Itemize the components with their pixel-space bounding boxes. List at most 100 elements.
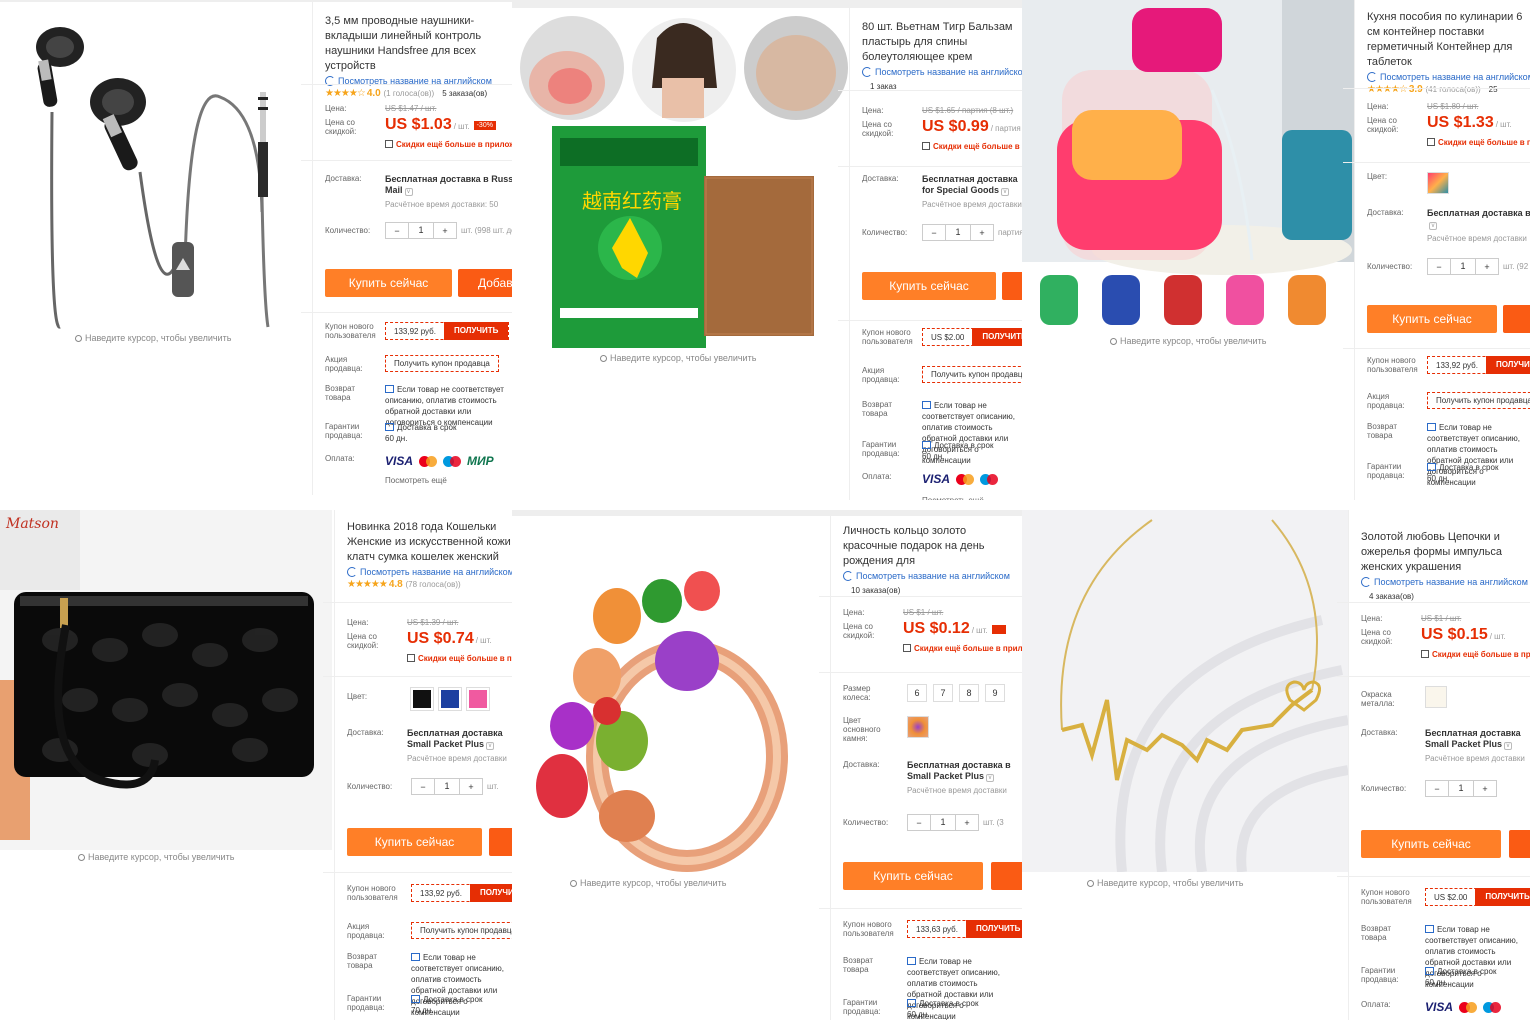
- product-image[interactable]: 越南红药膏: [512, 8, 848, 358]
- buy-now-button[interactable]: Купить сейчас: [347, 828, 482, 856]
- app-discount-link[interactable]: Скидки ещё больше в приложении: [922, 142, 1022, 151]
- product-image[interactable]: [1022, 510, 1348, 872]
- product-title[interactable]: Золотой любовь Цепочки и ожерелья формы …: [1361, 530, 1530, 575]
- get-coupon-button[interactable]: ПОЛУЧИТЬ: [443, 322, 509, 340]
- metal-swatch[interactable]: [1425, 686, 1447, 708]
- shipping-method[interactable]: Бесплатная доставка for Special Goods v Рас…: [922, 174, 1022, 210]
- shipping-method[interactable]: Бесплатная доставка в v Расчётное время до…: [1427, 208, 1530, 244]
- minus-button[interactable]: −: [386, 226, 408, 236]
- get-coupon-button[interactable]: ПОЛУЧИТЬ: [965, 920, 1022, 938]
- quantity-input[interactable]: 1: [945, 225, 971, 240]
- buy-now-button[interactable]: Купить сейчас: [1367, 305, 1497, 333]
- see-english-link[interactable]: Посмотреть название на английском: [843, 571, 1022, 581]
- quantity-input[interactable]: 1: [1448, 781, 1474, 796]
- new-user-coupon[interactable]: US $2.00ПОЛУЧИТЬ: [1425, 888, 1530, 906]
- see-more-link[interactable]: Посмотреть ещё: [922, 496, 984, 500]
- app-discount-link[interactable]: Скидки ещё больше в приложении: [903, 644, 1022, 653]
- product-title[interactable]: 80 шт. Вьетнам Тигр Бальзам пластырь для…: [862, 20, 1022, 65]
- quantity-stepper[interactable]: −1 +: [907, 814, 979, 831]
- get-coupon-button[interactable]: ПОЛУЧИТЬ: [1485, 356, 1530, 374]
- color-swatch-black[interactable]: [410, 687, 434, 711]
- quantity-input[interactable]: 1: [930, 815, 956, 830]
- size-option-7[interactable]: 7: [933, 684, 953, 702]
- shipping-method[interactable]: Бесплатная доставка в Russian Federation…: [385, 174, 512, 210]
- product-title[interactable]: Кухня пособия по кулинарии 6 см контейне…: [1367, 10, 1530, 70]
- get-coupon-button[interactable]: ПОЛУЧИТЬ: [469, 884, 512, 902]
- color-swatch[interactable]: [1427, 172, 1449, 194]
- plus-button[interactable]: +: [1474, 784, 1496, 794]
- product-image[interactable]: [1022, 0, 1354, 335]
- quantity-stepper[interactable]: −1 +: [1427, 258, 1499, 275]
- plus-button[interactable]: +: [956, 818, 978, 828]
- color-swatch-pink[interactable]: [466, 687, 490, 711]
- add-to-cart-button[interactable]: [1509, 830, 1530, 858]
- new-user-coupon[interactable]: 133,92 руб.ПОЛУЧИТЬ: [411, 884, 512, 902]
- minus-button[interactable]: −: [412, 782, 434, 792]
- app-discount-link[interactable]: Скидки ещё больше в приложении: [407, 654, 512, 663]
- add-to-cart-button[interactable]: Добавить в корзину: [458, 269, 512, 297]
- minus-button[interactable]: −: [1426, 784, 1448, 794]
- new-user-coupon[interactable]: 133,92 руб.ПОЛУЧИТЬ: [385, 322, 510, 340]
- app-discount-link[interactable]: Скидки ещё больше в приложении: [1427, 138, 1530, 147]
- see-english-link[interactable]: Посмотреть название на английском: [1361, 577, 1530, 587]
- see-english-link[interactable]: Посмотреть название на английском: [347, 567, 512, 577]
- product-image[interactable]: [512, 516, 828, 876]
- quantity-stepper[interactable]: −1 +: [1425, 780, 1497, 797]
- size-option-8[interactable]: 8: [959, 684, 979, 702]
- see-more-link[interactable]: Посмотреть ещё: [385, 476, 447, 485]
- seller-coupon-dropdown[interactable]: Получить купон продавца: [385, 355, 499, 372]
- buy-now-button[interactable]: Купить сейчас: [1361, 830, 1501, 858]
- size-option-9[interactable]: 9: [985, 684, 1005, 702]
- minus-button[interactable]: −: [908, 818, 930, 828]
- add-to-cart-button[interactable]: [489, 828, 512, 856]
- size-option-6[interactable]: 6: [907, 684, 927, 702]
- buy-now-button[interactable]: Купить сейчас: [862, 272, 996, 300]
- quantity-stepper[interactable]: −1 +: [385, 222, 457, 239]
- quantity-input[interactable]: 1: [408, 223, 434, 238]
- quantity-input[interactable]: 1: [434, 779, 460, 794]
- quantity-stepper[interactable]: −1 +: [411, 778, 483, 795]
- minus-button[interactable]: −: [1428, 262, 1450, 272]
- plus-button[interactable]: +: [1476, 262, 1498, 272]
- quantity-stepper[interactable]: −1 +: [922, 224, 994, 241]
- see-english-link[interactable]: Посмотреть название на английском: [1367, 72, 1530, 82]
- stone-swatch[interactable]: [907, 716, 929, 738]
- minus-button[interactable]: −: [923, 228, 945, 238]
- get-coupon-button[interactable]: ПОЛУЧИТЬ: [972, 328, 1022, 346]
- get-coupon-button[interactable]: ПОЛУЧИТЬ: [1475, 888, 1530, 906]
- old-price: US $1.47 / шт.: [385, 104, 437, 113]
- new-user-coupon[interactable]: 133,92 руб.ПОЛУЧИТЬ: [1427, 356, 1530, 374]
- new-user-coupon[interactable]: US $2.00ПОЛУЧИТЬ: [922, 328, 1022, 346]
- product-image[interactable]: Matson: [0, 510, 332, 850]
- plus-button[interactable]: +: [971, 228, 993, 238]
- buy-now-button[interactable]: Купить сейчас: [325, 269, 452, 297]
- product-image[interactable]: [0, 2, 312, 332]
- votes[interactable]: (78 голоса(ов)): [406, 580, 461, 589]
- buy-now-button[interactable]: Купить сейчас: [843, 862, 983, 890]
- app-discount-link[interactable]: Скидки ещё больше в приложении: [385, 140, 512, 149]
- add-to-cart-button[interactable]: [1503, 305, 1530, 333]
- votes[interactable]: (1 голоса(ов)): [384, 89, 435, 98]
- new-user-coupon[interactable]: 133,63 руб. ПОЛУЧИТЬ: [907, 920, 1022, 938]
- product-title[interactable]: 3,5 мм проводные наушники-вкладыши линей…: [325, 14, 512, 74]
- seller-coupon-dropdown[interactable]: Получить купон продавца: [411, 922, 512, 939]
- plus-button[interactable]: +: [460, 782, 482, 792]
- plus-button[interactable]: +: [434, 226, 456, 236]
- translate-icon: [1367, 72, 1377, 82]
- quantity-input[interactable]: 1: [1450, 259, 1476, 274]
- app-discount-link[interactable]: Скидки ещё больше в приложении: [1421, 650, 1530, 659]
- add-to-cart-button[interactable]: [991, 862, 1022, 890]
- seller-coupon-dropdown[interactable]: Получить купон продавца: [922, 366, 1022, 383]
- product-title[interactable]: Личность кольцо золото красочные подарок…: [843, 524, 1022, 569]
- shipping-method[interactable]: Бесплатная доставка в Small Packet Plus v Р…: [907, 760, 1011, 796]
- add-to-cart-button[interactable]: [1002, 272, 1022, 300]
- shipping-method[interactable]: Бесплатная доставка Small Packet Plus v Рас…: [407, 728, 507, 764]
- product-title[interactable]: Новинка 2018 года Кошельки Женские из ис…: [347, 520, 512, 565]
- return-block: Возврат товара Если товар не соответству…: [843, 956, 1022, 1020]
- votes[interactable]: (41 голоса(ов)): [1426, 85, 1481, 94]
- quantity-block: Количество: −1+шт. (998 шт. доступно): [325, 222, 512, 242]
- seller-coupon-dropdown[interactable]: Получить купон продавца: [1427, 392, 1530, 409]
- shipping-method[interactable]: Бесплатная доставка Small Packet Plus v Рас…: [1425, 728, 1525, 764]
- see-english-link[interactable]: Посмотреть название на английском: [862, 67, 1022, 77]
- color-swatch-blue[interactable]: [438, 687, 462, 711]
